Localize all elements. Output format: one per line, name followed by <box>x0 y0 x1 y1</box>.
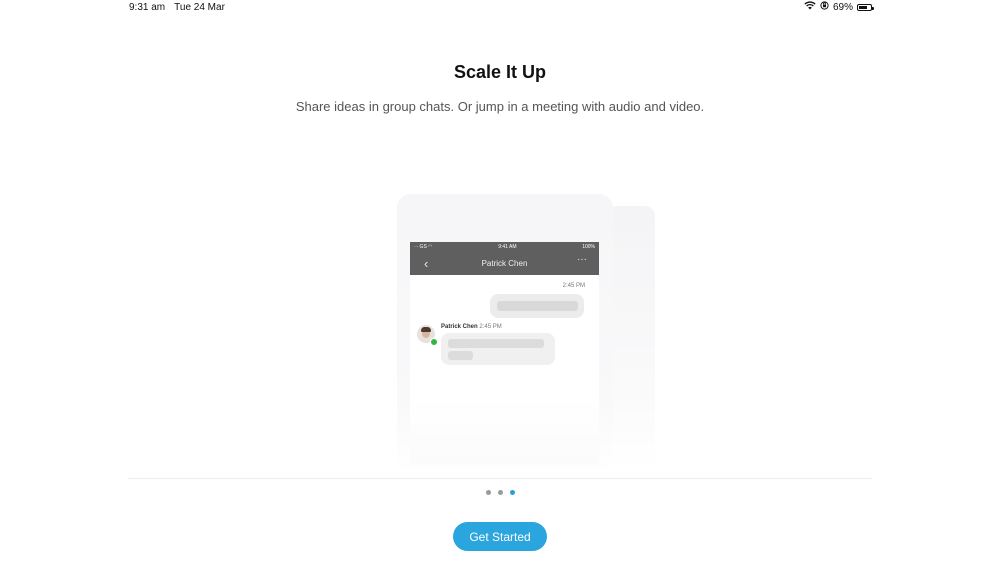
wifi-icon <box>804 1 816 13</box>
illustration-battery: 100% <box>582 244 595 250</box>
orientation-lock-icon <box>820 1 829 13</box>
divider <box>128 478 872 479</box>
get-started-button[interactable]: Get Started <box>453 522 547 551</box>
page-dot-2[interactable] <box>497 490 503 495</box>
battery-percent: 69% <box>832 1 853 13</box>
illustration-sender-name: Patrick Chen <box>441 324 478 330</box>
illustration-status-bar: ∙∙∙ GS ◠ 9:41 AM 100% <box>410 242 599 252</box>
illustration-signal: ∙∙∙ GS ◠ <box>414 244 433 250</box>
phone-illustration-screen: ∙∙∙ GS ◠ 9:41 AM 100% ‹ Patrick Chen ···… <box>410 242 599 464</box>
battery-icon <box>857 3 874 11</box>
status-time: 9:31 am <box>129 2 166 13</box>
illustration-incoming-bubble <box>441 333 555 365</box>
battery-fill <box>859 5 867 9</box>
page-dot-3[interactable] <box>509 490 515 495</box>
illustration-sender-time: 2:45 PM <box>479 324 502 330</box>
phone-illustration-back <box>607 206 655 470</box>
status-bar-right: 69% <box>804 1 874 13</box>
illustration-outgoing-bubble <box>490 294 584 318</box>
page-title: Scale It Up <box>453 62 547 82</box>
avatar-hair <box>421 327 431 332</box>
illustration-sender-line: Patrick Chen 2:45 PM <box>441 324 502 330</box>
placeholder-text-line <box>448 339 544 348</box>
page-dot-1[interactable] <box>485 490 491 495</box>
illustration-chat-name: Patrick Chen <box>481 259 528 268</box>
placeholder-text-line <box>448 351 473 360</box>
page-indicator[interactable] <box>0 490 1000 495</box>
more-options-icon: ··· <box>577 254 587 265</box>
illustration-outgoing-time: 2:45 PM <box>562 283 585 289</box>
status-bar-left: 9:31 am Tue 24 Mar <box>129 2 225 13</box>
illustration-chat-header: ‹ Patrick Chen ··· <box>410 252 599 275</box>
illustration-time: 9:41 AM <box>498 244 517 250</box>
presence-status-icon <box>430 338 438 346</box>
page-subtitle: Share ideas in group chats. Or jump in a… <box>295 99 705 114</box>
status-date: Tue 24 Mar <box>174 2 225 13</box>
placeholder-text-line <box>497 301 578 311</box>
onboarding-screen: 9:31 am Tue 24 Mar 69% Scale It Up Share… <box>0 0 1000 563</box>
